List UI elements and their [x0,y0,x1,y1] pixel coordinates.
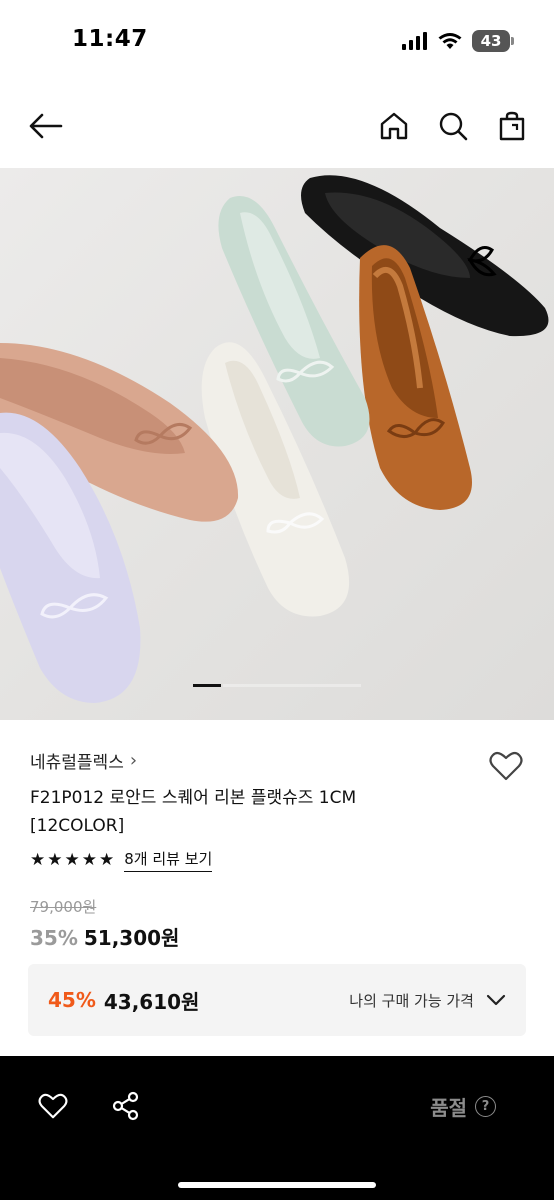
product-photo [0,175,549,703]
status-indicators: 43 [402,30,514,52]
benefit-price: 43,610원 [103,989,200,1014]
heart-icon [38,1093,68,1119]
shopping-bag-icon [499,111,525,141]
product-title-line1: F21P012 로안드 스퀘어 리본 플랫슈즈 1CM [30,788,357,808]
pager-track [223,684,361,687]
benefit-label-group: 나의 구매 가능 가격 [349,990,506,1011]
chevron-right-icon: › [129,750,138,771]
benefit-label: 나의 구매 가능 가격 [349,991,474,1010]
brand-link[interactable]: 네츄럴플렉스 › [30,748,137,773]
battery-icon: 43 [472,30,514,52]
search-button[interactable] [433,106,473,146]
sale-rate: 35% [30,926,78,950]
product-image-carousel[interactable] [0,168,554,720]
carousel-pager [193,684,361,687]
product-title: F21P012 로안드 스퀘어 리본 플랫슈즈 1CM [12COLOR] [30,784,470,840]
star-icon: ★ [81,850,97,870]
sale-price-row: 35% 51,300원 [30,922,179,951]
benefit-rate: 45% [48,988,96,1012]
rating-stars: ★ ★ ★ ★ ★ [30,850,114,870]
signal-icon [402,32,427,50]
status-bar: 11:47 43 [0,0,554,80]
my-price-dropdown[interactable]: 45% 43,610원 나의 구매 가능 가격 [28,964,526,1036]
rating-row: ★ ★ ★ ★ ★ 8개 리뷰 보기 [30,848,213,872]
product-title-line2: [12COLOR] [30,816,125,836]
status-time: 11:47 [72,26,148,52]
original-price: 79,000원 [30,898,97,916]
help-icon[interactable]: ? [475,1096,496,1117]
battery-level: 43 [480,32,502,50]
home-indicator [178,1182,376,1188]
arrow-left-icon [29,113,63,139]
chevron-down-icon [486,994,506,1006]
home-icon [380,112,408,140]
review-link[interactable]: 8개 리뷰 보기 [124,848,213,872]
share-button[interactable] [104,1084,148,1128]
search-icon [439,112,468,141]
sale-price: 51,300원 [83,926,180,950]
pager-active-indicator [193,684,221,687]
bag-button[interactable] [492,106,532,146]
back-button[interactable] [26,106,66,146]
soldout-label: 품절 [430,1096,467,1120]
wifi-icon [438,33,462,49]
star-icon: ★ [30,850,46,870]
share-icon [112,1091,139,1121]
wishlist-button[interactable] [486,746,526,786]
heart-icon [489,751,523,781]
star-icon: ★ [47,850,63,870]
star-icon: ★ [99,850,115,870]
brand-name: 네츄럴플렉스 [30,753,124,773]
top-nav [0,96,554,160]
home-button[interactable] [374,106,414,146]
soldout-status: 품절 ? [430,1092,496,1121]
bottom-wishlist-button[interactable] [31,1084,75,1128]
star-icon: ★ [64,850,80,870]
bottom-action-bar: 품절 ? [0,1056,554,1200]
